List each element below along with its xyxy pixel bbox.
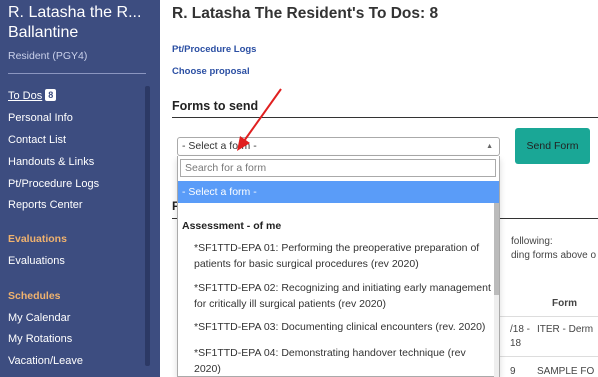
dropdown-option-select-a-form[interactable]: - Select a form - — [178, 181, 499, 203]
table-divider — [500, 356, 598, 357]
table-cell: /18 - — [510, 324, 531, 335]
sidebar-item-my-calendar[interactable]: My Calendar — [8, 312, 70, 324]
pt-procedure-logs-link[interactable]: Pt/Procedure Logs — [172, 44, 256, 55]
todo-count-badge: 8 — [45, 89, 57, 101]
dropdown-option[interactable]: *SF1TTD-EPA 03: Documenting clinical enc… — [194, 319, 494, 335]
main-content: R. Latasha The Resident's To Dos: 8 Pt/P… — [160, 0, 598, 377]
sidebar-item-vacation-leave[interactable]: Vacation/Leave — [8, 355, 83, 367]
sidebar-item-evaluations[interactable]: Evaluations — [8, 255, 65, 267]
table-cell-form[interactable]: SAMPLE FO — [537, 366, 594, 377]
instruction-text: ding forms above o — [511, 250, 597, 261]
sidebar-item-to-dos[interactable]: To Dos 8 — [8, 89, 57, 102]
caret-up-icon: ▲ — [486, 143, 493, 150]
option-group-assessment: Assessment - of me — [182, 220, 282, 232]
sidebar: R. Latasha the R... Ballantine Resident … — [0, 0, 160, 377]
send-form-button[interactable]: Send Form — [515, 128, 590, 164]
form-dropdown: - Select a form - Assessment - of me *SF… — [177, 156, 500, 377]
sidebar-item-personal-info[interactable]: Personal Info — [8, 112, 73, 124]
forms-to-send-heading: Forms to send — [172, 99, 259, 113]
sidebar-section-schedules: Schedules — [8, 290, 61, 302]
page-title: R. Latasha The Resident's To Dos: 8 — [172, 5, 439, 22]
sidebar-item-handouts-links[interactable]: Handouts & Links — [8, 156, 94, 168]
table-header-form: Form — [552, 298, 577, 309]
sidebar-section-evaluations: Evaluations — [8, 233, 67, 245]
table-cell-form[interactable]: ITER - Derm — [537, 324, 593, 335]
user-role: Resident (PGY4) — [8, 50, 88, 62]
choose-proposal-link[interactable]: Choose proposal — [172, 66, 250, 77]
dropdown-option[interactable]: *SF1TTD-EPA 04: Demonstrating handover t… — [194, 345, 494, 377]
form-select[interactable]: - Select a form - ▲ — [177, 137, 500, 156]
section-divider — [172, 117, 598, 118]
dropdown-option[interactable]: *SF1TTD-EPA 01: Performing the preoperat… — [194, 240, 494, 272]
sidebar-item-reports-center[interactable]: Reports Center — [8, 199, 83, 211]
table-divider — [500, 316, 598, 317]
dropdown-scrollbar-thumb[interactable] — [494, 203, 499, 295]
user-name: R. Latasha the R... Ballantine — [8, 4, 142, 41]
sidebar-item-my-rotations[interactable]: My Rotations — [8, 333, 72, 345]
form-search-input[interactable] — [180, 159, 496, 177]
dropdown-option[interactable]: *SF1TTD-EPA 02: Recognizing and initiati… — [194, 280, 494, 312]
dropdown-option-list: Assessment - of me *SF1TTD-EPA 01: Perfo… — [178, 203, 499, 377]
form-select-value: - Select a form - — [182, 140, 257, 152]
sidebar-item-label: To Dos — [8, 90, 43, 102]
table-cell: 9 — [510, 366, 516, 377]
table-cell: 18 — [510, 338, 522, 349]
sidebar-divider — [8, 73, 146, 74]
sidebar-item-contact-list[interactable]: Contact List — [8, 134, 66, 146]
instruction-text: following: — [511, 236, 553, 247]
sidebar-item-pt-procedure-logs[interactable]: Pt/Procedure Logs — [8, 178, 99, 190]
sidebar-scrollbar[interactable] — [145, 86, 150, 366]
